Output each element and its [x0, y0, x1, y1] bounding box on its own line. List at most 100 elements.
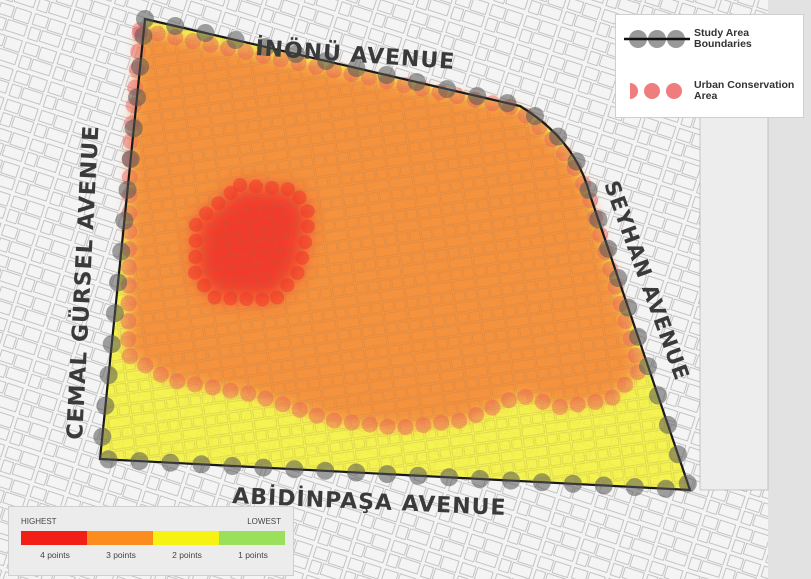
boundary-dot [526, 107, 544, 125]
legend-item-conservation: Urban Conservation Area [624, 71, 799, 111]
boundary-dot [532, 473, 551, 492]
conservation-dot-core [248, 179, 263, 194]
boundary-dot [609, 269, 628, 288]
boundary-dot [196, 24, 215, 42]
conservation-dot-core [295, 250, 310, 265]
conservation-dot [433, 414, 450, 431]
boundary-dot [124, 119, 143, 138]
boundary-dot [668, 445, 687, 464]
boundary-dot [658, 415, 677, 434]
boundary-dot [128, 88, 146, 107]
scale-label-2-points: 2 points [172, 550, 202, 560]
conservation-dot-core [300, 204, 315, 219]
conservation-dot [551, 399, 568, 415]
boundary-dot [589, 210, 608, 229]
conservation-dot [120, 295, 137, 312]
conservation-dot-core [292, 190, 307, 205]
map-legend: Study Area Boundaries Urban Conservation… [615, 14, 804, 118]
conservation-dot-core [290, 265, 305, 280]
legend-label-study-area: Study Area Boundaries [694, 27, 752, 50]
conservation-dot [120, 259, 137, 276]
conservation-dot-core [298, 235, 313, 250]
boundary-dot [629, 327, 648, 346]
boundary-dot [166, 17, 185, 35]
boundary-dot [136, 10, 154, 28]
conservation-dot [343, 414, 360, 431]
boundary-dot [594, 476, 613, 495]
boundary-dot [192, 455, 211, 474]
conservation-dot-core [239, 292, 254, 306]
boundary-dot [639, 357, 657, 376]
boundary-dot [99, 450, 118, 469]
conservation-dot [517, 388, 534, 405]
conservation-dot [468, 407, 484, 423]
conservation-dot [534, 393, 551, 410]
legend-item-study-area: Study Area Boundaries [624, 19, 799, 59]
boundary-dot [112, 242, 131, 261]
conservation-dot [397, 419, 414, 436]
scale-lowest-label: LOWEST [247, 517, 281, 526]
conservation-dot-core [197, 278, 212, 293]
conservation-dot [137, 357, 154, 374]
scale-bar-1-points [219, 531, 285, 545]
boundary-dot [130, 452, 149, 471]
boundary-dot [678, 474, 697, 493]
boundary-dot [549, 127, 568, 146]
boundary-dot [93, 427, 112, 446]
conservation-dot-core [199, 206, 214, 221]
boundary-dot [118, 180, 137, 199]
conservation-dot-core [264, 180, 279, 195]
boundary-dot [99, 366, 118, 384]
conservation-dot [274, 396, 291, 413]
conservation-dot [291, 401, 308, 418]
boundary-line-symbol [624, 30, 690, 48]
boundary-dot [579, 180, 598, 199]
legend-label-conservation: Urban Conservation Area [694, 79, 795, 102]
conservation-dot-core [207, 290, 222, 305]
conservation-dot-core [188, 265, 202, 280]
conservation-dot [617, 376, 634, 393]
conservation-dot [222, 382, 239, 399]
boundary-dot [347, 463, 366, 482]
scale-bar-4-points [21, 531, 87, 545]
scale-highest-label: HIGHEST [21, 517, 57, 526]
conservation-dot [379, 418, 396, 435]
boundary-dot [96, 396, 115, 415]
scale-label-4-points: 4 points [40, 550, 70, 560]
conservation-dot [569, 396, 586, 413]
conservation-dot [130, 43, 147, 60]
conservation-dot-core [280, 182, 295, 197]
boundary-dot [498, 94, 517, 113]
conservation-dot [121, 348, 138, 365]
boundary-dot [656, 479, 675, 498]
conservation-dot-core [270, 290, 285, 305]
boundary-dot [438, 80, 456, 99]
conservation-dot-core [223, 291, 238, 306]
boundary-dot [471, 470, 489, 488]
boundary-dot [134, 26, 153, 45]
boundary-dot [567, 152, 586, 171]
scale-bar-3-points [87, 531, 153, 545]
conservation-dot [361, 416, 378, 433]
conservation-dot-core [255, 292, 270, 307]
conservation-dot [240, 385, 257, 402]
boundary-dot [121, 150, 140, 169]
conservation-dot [500, 392, 517, 409]
conservation-dot [152, 366, 169, 383]
conservation-dot-core [211, 196, 226, 211]
boundary-dot [226, 31, 245, 49]
boundary-dot [105, 304, 124, 323]
boundary-dot [378, 465, 397, 484]
conservation-dot [204, 379, 221, 396]
conservation-dots-symbol [624, 79, 690, 103]
boundary-dot [161, 453, 180, 472]
boundary-dot [285, 460, 304, 479]
conservation-dot [257, 390, 274, 407]
conservation-dot [587, 394, 604, 410]
boundary-dot [409, 466, 428, 485]
conservation-dot [604, 389, 621, 406]
conservation-dot [451, 412, 468, 429]
conservation-dot [415, 417, 432, 434]
conservation-dot-core [188, 217, 203, 232]
boundary-dot [599, 239, 618, 258]
